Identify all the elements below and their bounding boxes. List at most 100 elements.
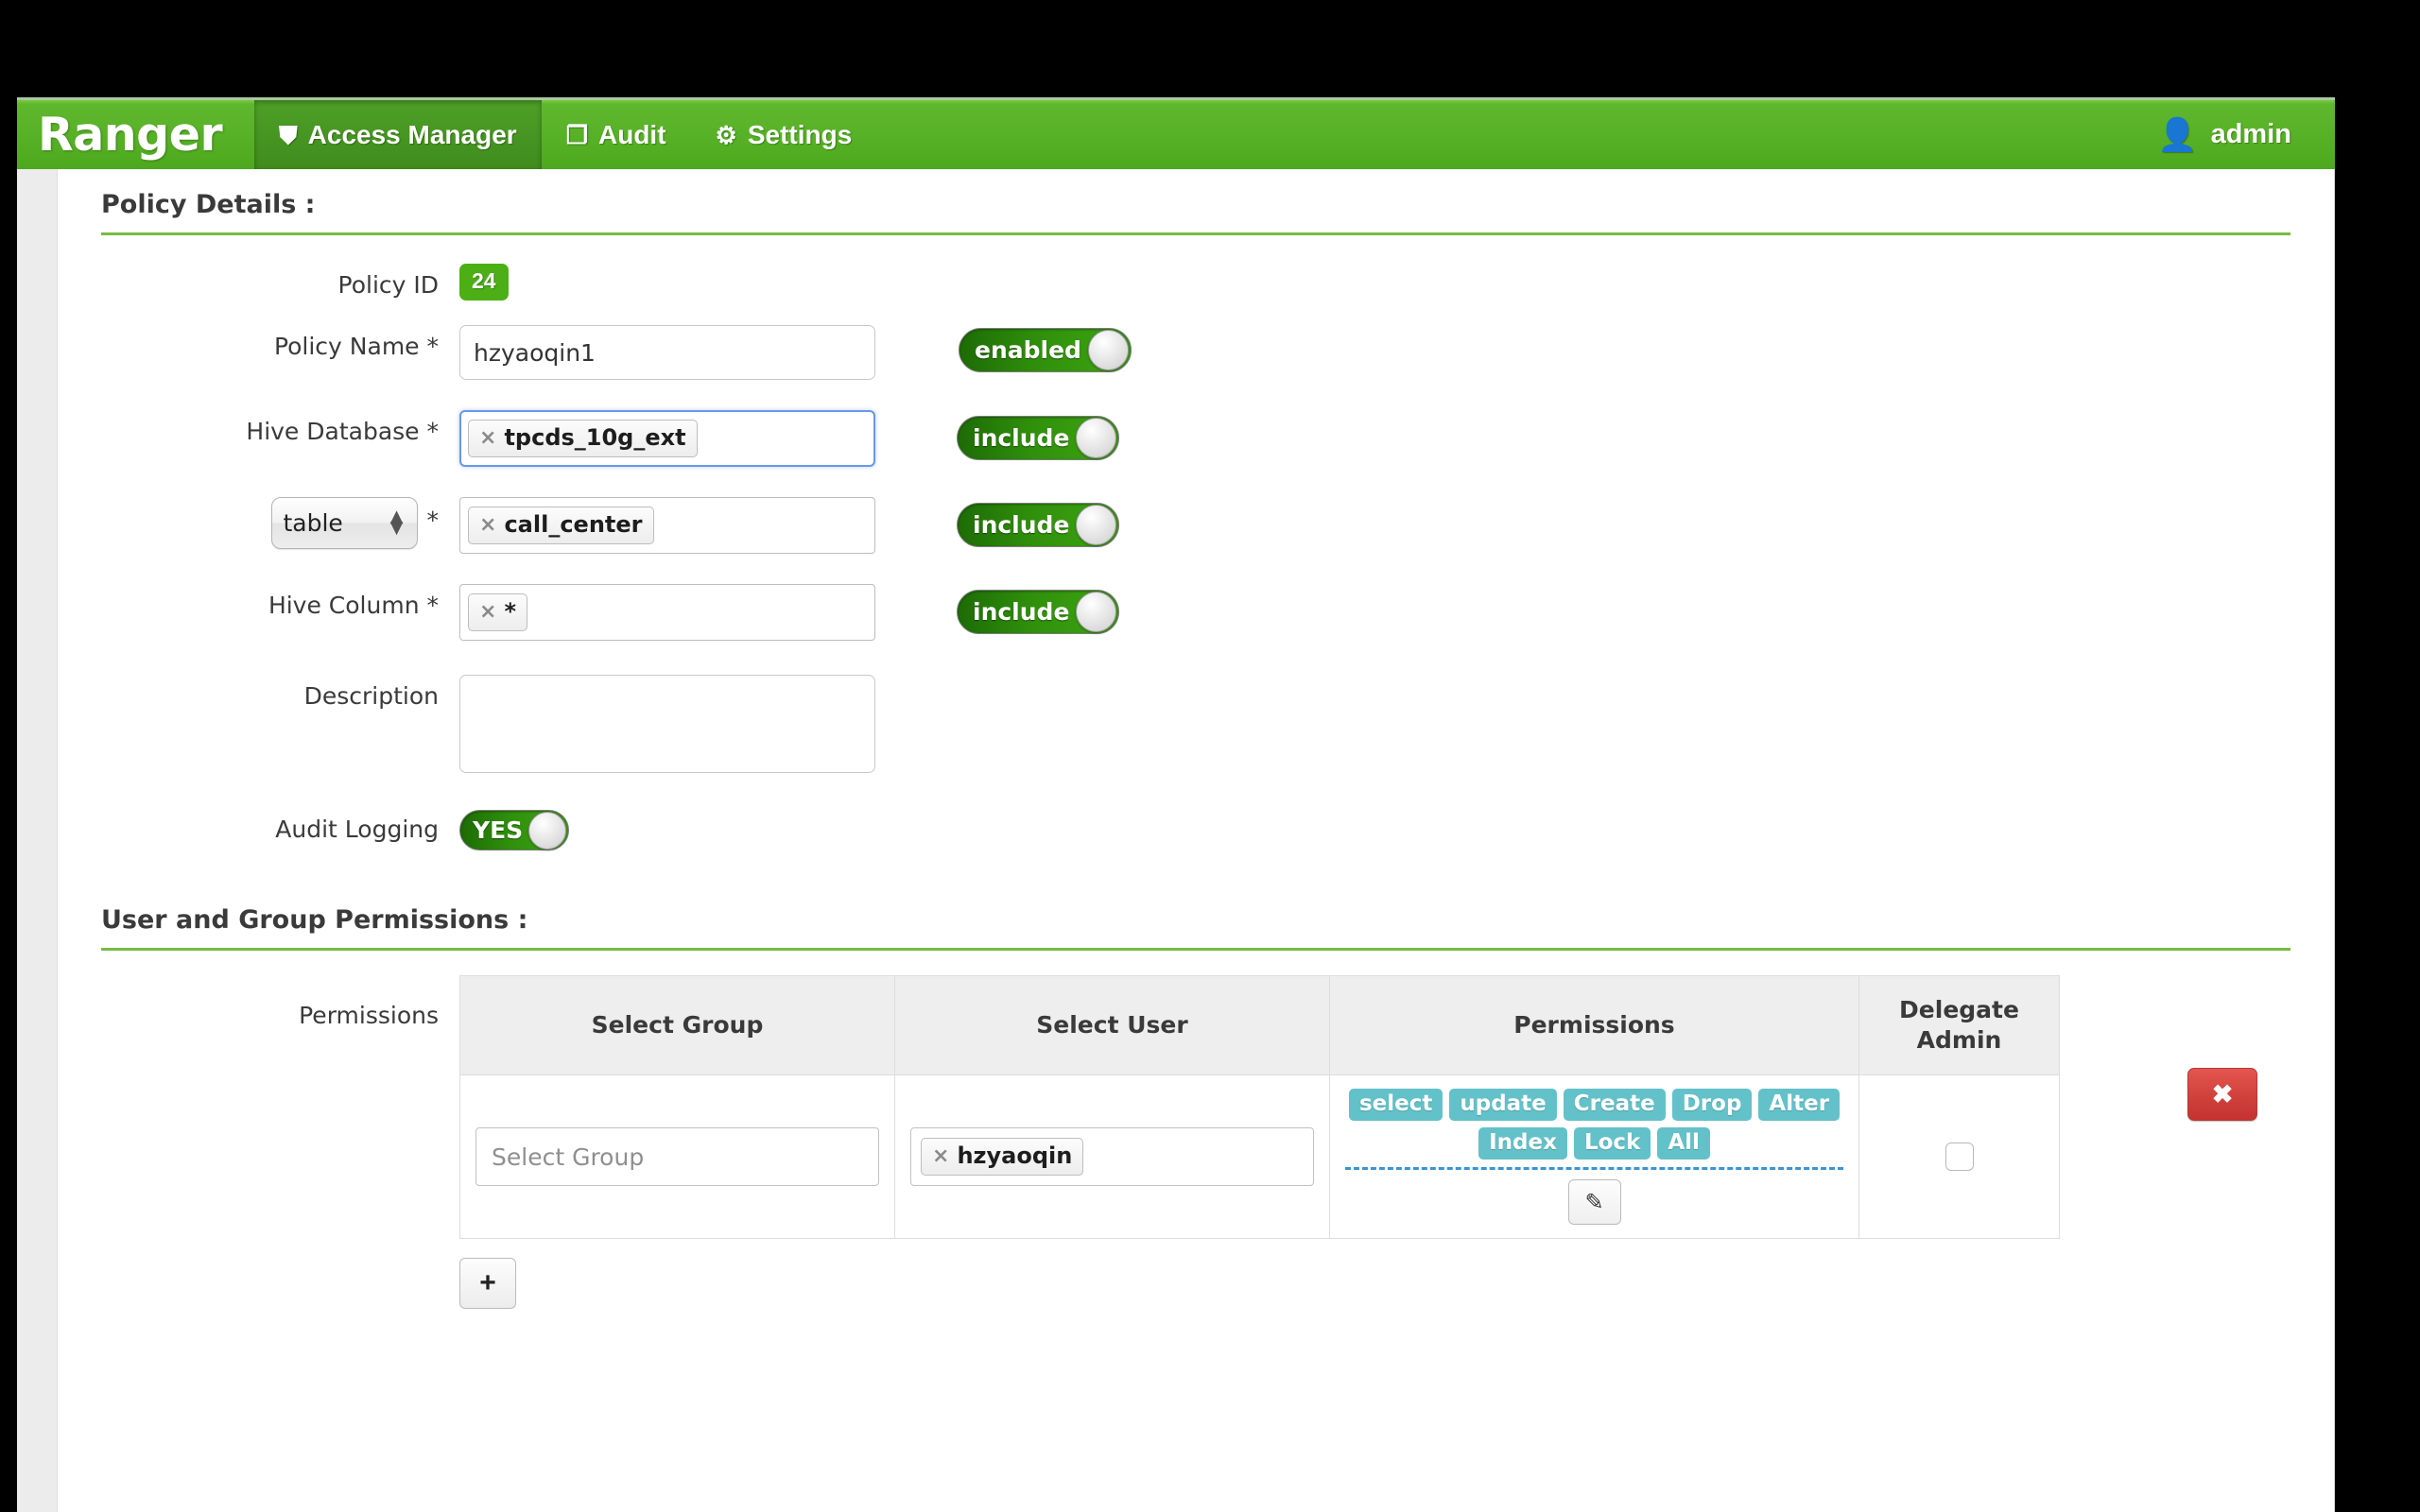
token-label: * [504, 598, 516, 625]
user-menu[interactable]: 👤 admin [2138, 100, 2335, 169]
label-hive-database: Hive Database * [58, 410, 459, 445]
audit-logging-toggle[interactable]: YES [459, 810, 569, 850]
nav-item-access-manager[interactable]: ⛊ Access Manager [254, 100, 542, 169]
col-header-delegate-admin: Delegate Admin [1859, 976, 2060, 1075]
label-hive-column: Hive Column * [58, 584, 459, 619]
cell-delegate-admin [1859, 1075, 2060, 1239]
left-rail [17, 169, 58, 1512]
audit-logging-value: YES [473, 816, 523, 844]
resource-type-select[interactable]: table ▲▼ [271, 497, 418, 549]
main-nav: ⛊ Access Manager ❐ Audit ⚙ Settings [254, 100, 876, 169]
toggle-knob [1076, 418, 1116, 458]
user-avatar-icon: 👤 [2157, 119, 2197, 151]
label-description: Description [58, 675, 459, 710]
permissions-table: Select Group Select User Permissions Del… [459, 975, 2060, 1239]
chevron-updown-icon: ▲▼ [390, 511, 404, 536]
hive-database-input[interactable]: × tpcds_10g_ext [459, 410, 875, 467]
token-hive-database[interactable]: × tpcds_10g_ext [468, 420, 698, 457]
token-label: call_center [504, 511, 642, 538]
permission-tag-alter: Alter [1758, 1089, 1840, 1121]
close-icon: ✖ [2212, 1080, 2234, 1109]
row-policy-id: Policy ID 24 [58, 264, 2334, 301]
row-resource-type: table ▲▼ * × call_center include [58, 497, 2334, 554]
resource-include-toggle[interactable]: include [957, 503, 1119, 547]
hive-database-include-toggle[interactable]: include [957, 416, 1119, 460]
nav-label-access-manager: Access Manager [308, 120, 517, 150]
permissions-heading: User and Group Permissions : [101, 905, 2290, 951]
user-name: admin [2211, 119, 2291, 150]
delegate-admin-checkbox[interactable] [1945, 1143, 1974, 1171]
toggle-knob [1076, 505, 1116, 545]
row-hive-database: Hive Database * × tpcds_10g_ext include [58, 410, 2334, 467]
cell-permissions: select update Create Drop Alter Index Lo… [1330, 1075, 1859, 1239]
nav-label-audit: Audit [598, 120, 666, 150]
edit-permissions-button[interactable]: ✎ [1568, 1179, 1621, 1225]
token-resource[interactable]: × call_center [468, 507, 654, 544]
permission-tag-lock: Lock [1574, 1127, 1651, 1160]
select-user-input[interactable]: × hzyaoqin [910, 1127, 1314, 1186]
permission-tag-drop: Drop [1672, 1089, 1753, 1121]
token-remove-icon[interactable]: × [932, 1144, 949, 1168]
cell-select-group: Select Group [460, 1075, 895, 1239]
token-remove-icon[interactable]: × [479, 513, 496, 537]
shield-icon: ⛊ [279, 123, 298, 147]
hive-column-input[interactable]: × * [459, 584, 875, 641]
permission-tag-all: All [1657, 1127, 1710, 1160]
policy-enabled-toggle[interactable]: enabled [959, 328, 1132, 372]
resource-value-input[interactable]: × call_center [459, 497, 875, 554]
resource-include-label: include [973, 511, 1069, 539]
label-audit-logging: Audit Logging [58, 808, 459, 843]
app-window: Ranger ⛊ Access Manager ❐ Audit ⚙ Settin… [17, 97, 2335, 1512]
permission-tag-list: select update Create Drop Alter Index Lo… [1345, 1089, 1843, 1170]
policy-details-heading: Policy Details : [101, 190, 2290, 235]
permission-tag-index: Index [1478, 1127, 1567, 1160]
label-permissions: Permissions [58, 975, 459, 1029]
table-row: Select Group × hzyaoqin [460, 1075, 2060, 1239]
policy-id-badge: 24 [459, 264, 509, 301]
description-textarea[interactable] [459, 675, 875, 773]
row-policy-name: Policy Name * enabled [58, 325, 2334, 380]
delete-row-wrapper: ✖ [2187, 975, 2257, 1121]
pencil-icon: ✎ [1584, 1189, 1603, 1216]
nav-label-settings: Settings [748, 120, 852, 150]
policy-enabled-label: enabled [975, 336, 1081, 364]
permission-tag-select: select [1349, 1089, 1443, 1121]
document-icon: ❐ [566, 123, 588, 147]
token-user[interactable]: × hzyaoqin [921, 1138, 1083, 1176]
plus-icon: + [479, 1267, 496, 1299]
ranger-logo[interactable]: Ranger [17, 100, 254, 169]
toggle-knob [1088, 330, 1129, 370]
delete-row-button[interactable]: ✖ [2187, 1068, 2257, 1121]
token-remove-icon[interactable]: × [479, 600, 496, 624]
col-header-select-group: Select Group [460, 976, 895, 1075]
hive-column-include-toggle[interactable]: include [957, 590, 1119, 634]
token-label: tpcds_10g_ext [504, 424, 685, 451]
select-group-input[interactable]: Select Group [475, 1127, 879, 1186]
nav-item-audit[interactable]: ❐ Audit [542, 100, 691, 169]
col-header-select-user: Select User [895, 976, 1330, 1075]
label-policy-id: Policy ID [58, 264, 459, 299]
row-hive-column: Hive Column * × * include [58, 584, 2334, 641]
label-resource-type: table ▲▼ * [58, 497, 459, 549]
row-description: Description [58, 675, 2334, 778]
row-audit-logging: Audit Logging YES [58, 808, 2334, 850]
add-permission-row-button[interactable]: + [459, 1258, 516, 1309]
nav-item-settings[interactable]: ⚙ Settings [691, 100, 877, 169]
select-group-placeholder: Select Group [486, 1140, 649, 1175]
policy-name-input[interactable] [459, 325, 875, 380]
permission-tag-update: update [1449, 1089, 1556, 1121]
col-header-delegate-admin-text: Delegate Admin [1899, 996, 2019, 1054]
resource-type-value: table [284, 509, 343, 537]
resource-required-star: * [427, 497, 440, 534]
cell-select-user: × hzyaoqin [895, 1075, 1330, 1239]
token-remove-icon[interactable]: × [479, 426, 496, 450]
permissions-row: Permissions Select Group Select User Per… [58, 975, 2334, 1239]
toggle-knob [528, 812, 566, 850]
col-header-permissions: Permissions [1330, 976, 1859, 1075]
hive-column-include-label: include [973, 598, 1069, 626]
gear-icon: ⚙ [716, 123, 737, 147]
label-policy-name: Policy Name * [58, 325, 459, 360]
table-header-row: Select Group Select User Permissions Del… [460, 976, 2060, 1075]
token-hive-column[interactable]: × * [468, 593, 527, 631]
permission-tag-create: Create [1564, 1089, 1666, 1121]
